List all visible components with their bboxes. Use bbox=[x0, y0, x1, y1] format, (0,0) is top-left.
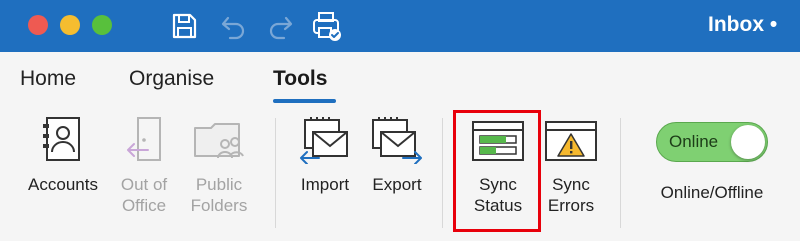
tab-home[interactable]: Home bbox=[20, 67, 76, 91]
send-receive-icon[interactable] bbox=[310, 10, 342, 42]
online-offline-control: Online Online/Offline bbox=[640, 116, 784, 203]
title-bar: Inbox • bbox=[0, 0, 800, 52]
tab-organise[interactable]: Organise bbox=[129, 67, 214, 91]
accounts-label: Accounts bbox=[28, 175, 98, 194]
sync-errors-icon bbox=[545, 121, 597, 161]
public-folders-label-line1: Public bbox=[195, 175, 243, 194]
tab-tools[interactable]: Tools bbox=[273, 67, 327, 91]
minimize-window-button[interactable] bbox=[60, 15, 80, 35]
accounts-button[interactable]: Accounts bbox=[18, 116, 108, 195]
ribbon-tabs: Home Organise Tools bbox=[0, 52, 800, 108]
ribbon-separator bbox=[620, 118, 621, 228]
sync-errors-label: Sync Errors bbox=[540, 174, 602, 216]
toggle-knob[interactable] bbox=[731, 125, 765, 159]
ribbon-separator bbox=[442, 118, 443, 228]
sync-errors-button[interactable]: Sync Errors bbox=[540, 116, 602, 216]
public-folders-icon bbox=[194, 123, 244, 159]
window-title: Inbox • bbox=[708, 13, 778, 36]
import-label: Import bbox=[300, 175, 350, 194]
export-button[interactable]: Export bbox=[364, 116, 430, 195]
export-icon bbox=[372, 117, 422, 164]
out-of-office-label-line1: Out of bbox=[120, 175, 168, 194]
import-button[interactable]: Import bbox=[292, 116, 358, 195]
out-of-office-icon bbox=[127, 117, 161, 161]
undo-icon[interactable] bbox=[218, 10, 250, 42]
export-label: Export bbox=[372, 175, 422, 194]
online-offline-toggle[interactable]: Online bbox=[656, 122, 768, 162]
public-folders-label: Public Folders bbox=[182, 174, 256, 216]
save-icon[interactable] bbox=[168, 10, 200, 42]
out-of-office-label-line2: Office bbox=[121, 196, 167, 215]
tools-ribbon: Accounts Out of Office Public Folders Im… bbox=[0, 108, 800, 241]
toggle-state-text: Online bbox=[669, 132, 719, 151]
public-folders-button[interactable]: Public Folders bbox=[182, 116, 256, 216]
online-offline-label: Online/Offline bbox=[660, 183, 764, 202]
sync-errors-label-line2: Errors bbox=[547, 196, 595, 215]
out-of-office-button[interactable]: Out of Office bbox=[112, 116, 176, 216]
zoom-window-button[interactable] bbox=[92, 15, 112, 35]
close-window-button[interactable] bbox=[28, 15, 48, 35]
out-of-office-label: Out of Office bbox=[112, 174, 176, 216]
public-folders-label-line2: Folders bbox=[190, 196, 248, 215]
import-icon bbox=[300, 117, 348, 164]
sync-errors-label-line1: Sync bbox=[552, 175, 590, 194]
redo-icon[interactable] bbox=[264, 10, 296, 42]
ribbon-separator bbox=[275, 118, 276, 228]
accounts-icon bbox=[43, 117, 80, 161]
sync-status-highlight bbox=[453, 110, 541, 232]
active-tab-indicator bbox=[273, 99, 336, 103]
